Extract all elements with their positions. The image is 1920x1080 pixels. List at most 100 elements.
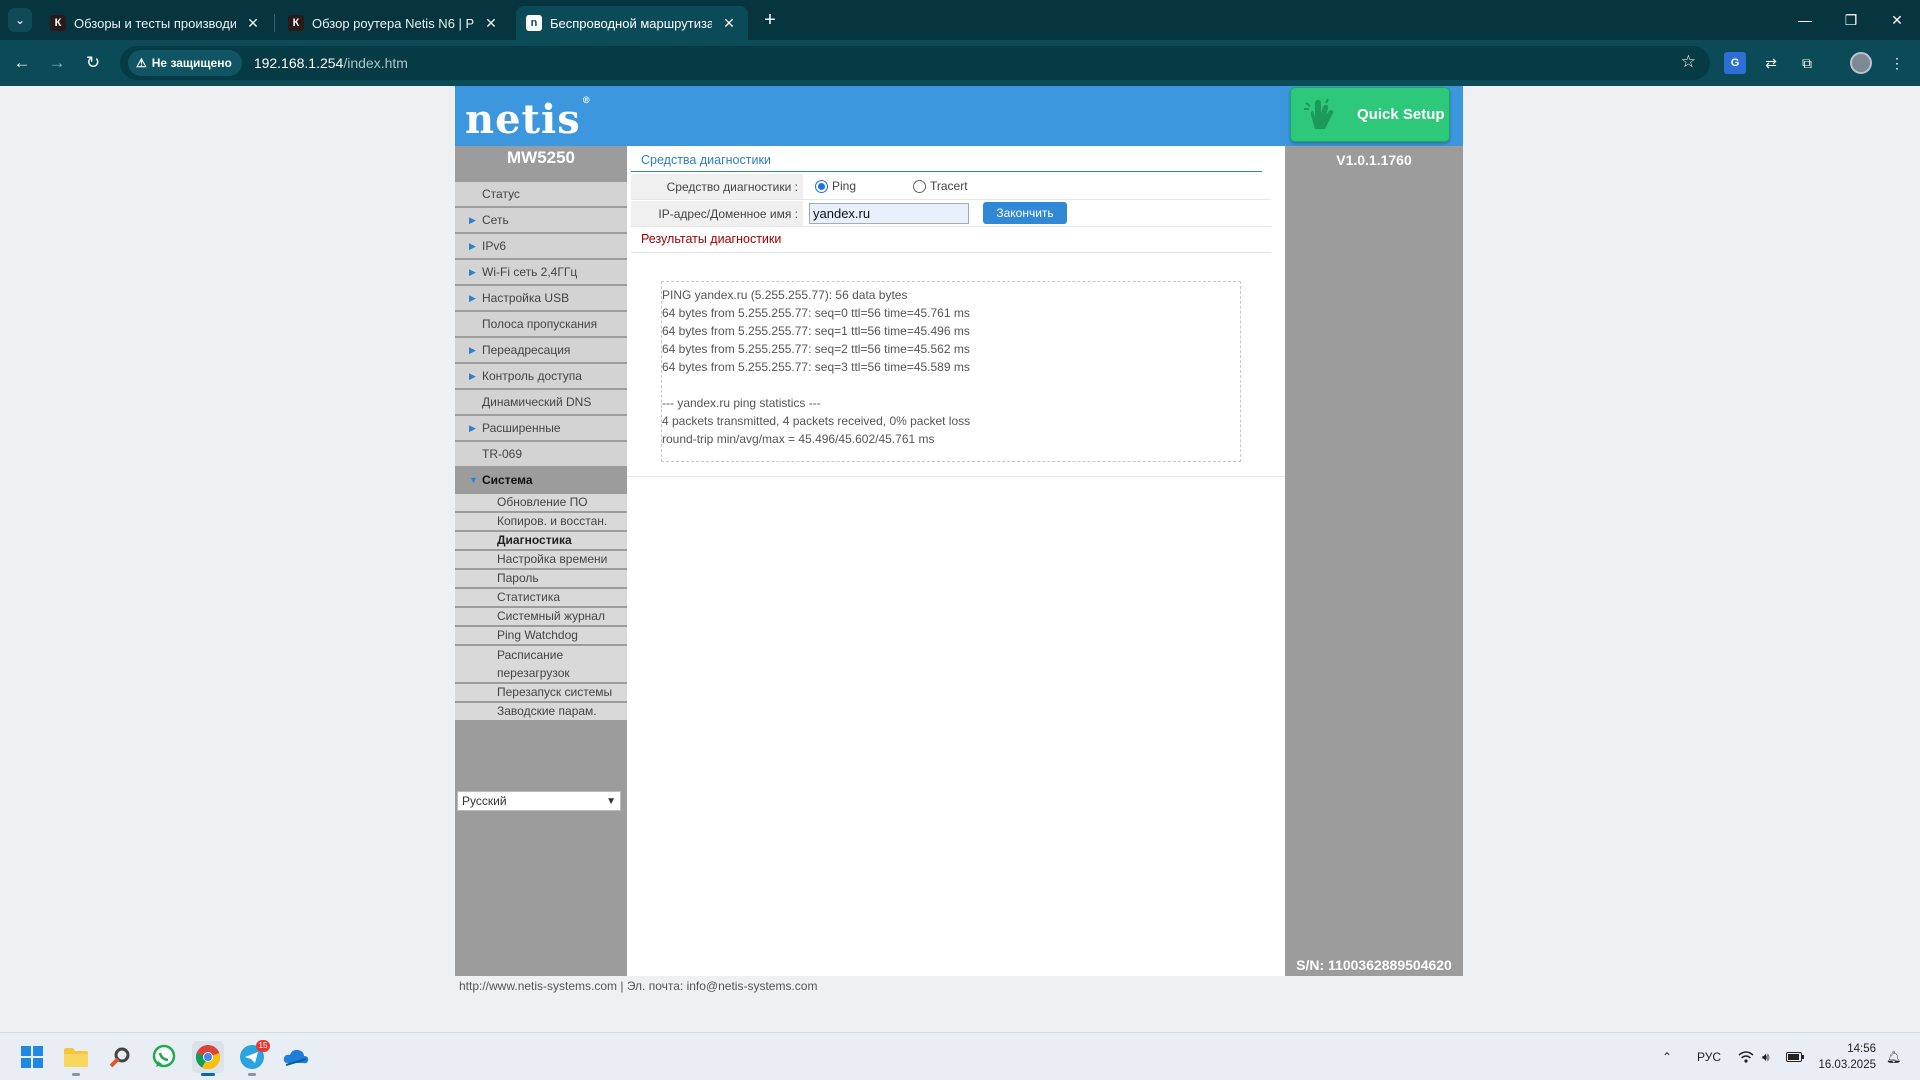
firmware-version: V1.0.1.1760 (1336, 152, 1412, 168)
submenu-system-log[interactable]: Системный журнал (455, 608, 627, 625)
quick-setup-button[interactable]: Quick Setup (1290, 87, 1450, 142)
tab-divider (274, 14, 275, 32)
security-chip[interactable]: ⚠ Не защищено (128, 50, 242, 76)
menu-item-ddns[interactable]: Динамический DNS (455, 390, 627, 414)
wifi-icon[interactable] (1738, 1033, 1754, 1080)
whatsapp-icon (152, 1044, 176, 1068)
tab-title: Беспроводной маршрутизатор (550, 15, 712, 31)
language-select[interactable]: Русский ▼ (457, 791, 621, 811)
submenu-reboot-schedule[interactable]: Расписание перезагрузок (455, 646, 627, 682)
profile-avatar[interactable] (1850, 52, 1872, 74)
menu-item-usb[interactable]: ▶ Настройка USB (455, 286, 627, 310)
puzzle-extensions-icon[interactable]: ⧉ (1796, 52, 1818, 74)
bookmark-star-icon[interactable]: ☆ (1681, 52, 1696, 72)
triangle-right-icon: ▶ (469, 423, 476, 433)
new-tab-plus-icon[interactable]: + (758, 8, 782, 32)
browser-tab-2[interactable]: К Обзор роутера Netis N6 | Роу ✕ (278, 6, 510, 40)
section-title: Средства диагностики (641, 153, 771, 167)
tab-search-button[interactable]: ⌄ (8, 8, 32, 32)
extension-icon[interactable]: ⇄ (1760, 52, 1782, 74)
battery-icon[interactable] (1786, 1033, 1804, 1080)
result-line: PING yandex.ru (5.255.255.77): 56 data b… (662, 288, 908, 302)
result-line: --- yandex.ru ping statistics --- (662, 396, 821, 410)
forward-arrow-icon[interactable]: → (44, 50, 70, 76)
submenu-diagnostics[interactable]: Диагностика (455, 532, 627, 549)
main-menu: Статус ▶ Сеть ▶ IPv6 ▶ Wi-Fi сеть 2,4ГГц ▶ Н… (455, 182, 627, 722)
whatsapp-button[interactable] (148, 1041, 180, 1073)
keyboard-language[interactable]: РУС (1697, 1033, 1721, 1080)
result-line: 64 bytes from 5.255.255.77: seq=2 ttl=56… (662, 342, 970, 356)
menu-item-ipv6[interactable]: ▶ IPv6 (455, 234, 627, 258)
onedrive-button[interactable] (280, 1041, 312, 1073)
language-value: Русский (462, 794, 507, 808)
result-line: round-trip min/avg/max = 45.496/45.602/4… (662, 432, 935, 446)
menu-item-network[interactable]: ▶ Сеть (455, 208, 627, 232)
browser-tab-bar: ⌄ К Обзоры и тесты производите ✕ К Обзор… (0, 0, 1920, 40)
router-sidebar: MW5250 Статус ▶ Сеть ▶ IPv6 ▶ Wi-Fi сеть 2,… (455, 146, 627, 976)
notification-bell-icon[interactable]: 🔔︎ (1886, 1033, 1901, 1080)
submenu-firmware-update[interactable]: Обновление ПО (455, 494, 627, 511)
submenu-factory-defaults[interactable]: Заводские парам. (455, 703, 627, 720)
windows-taskbar: 15 ⌃ РУС 🔊︎ 14:56 16.03.2025 🔔︎ (0, 1032, 1920, 1080)
submenu-statistics[interactable]: Статистика (455, 589, 627, 606)
submenu-backup-restore[interactable]: Копиров. и восстан. (455, 513, 627, 530)
search-app-button[interactable] (104, 1041, 136, 1073)
triangle-right-icon: ▶ (469, 293, 476, 303)
netis-logo: netis® (465, 96, 592, 143)
tray-overflow-chevron-icon[interactable]: ⌃ (1662, 1033, 1672, 1080)
translate-extension-icon[interactable]: G (1724, 52, 1746, 74)
menu-item-bandwidth[interactable]: Полоса пропускания (455, 312, 627, 336)
system-clock[interactable]: 14:56 16.03.2025 (1816, 1041, 1876, 1073)
minimize-icon[interactable]: — (1782, 6, 1828, 34)
url-path: /index.htm (343, 55, 408, 71)
browser-tab-1[interactable]: К Обзоры и тесты производите ✕ (40, 6, 272, 40)
submenu-time-settings[interactable]: Настройка времени (455, 551, 627, 568)
close-window-icon[interactable]: ✕ (1874, 6, 1920, 34)
chrome-button[interactable] (192, 1041, 224, 1076)
menu-item-system[interactable]: ▼ Система (455, 468, 627, 492)
back-arrow-icon[interactable]: ← (9, 50, 35, 76)
browser-menu-icon[interactable]: ⋮ (1886, 52, 1908, 74)
address-row: IP-адрес/Доменное имя : yandex.ru Законч… (631, 201, 1271, 227)
address-input[interactable]: yandex.ru (809, 203, 969, 224)
url-text[interactable]: 192.168.1.254/index.htm (254, 55, 408, 71)
running-indicator (248, 1073, 256, 1076)
model-name: MW5250 (506, 148, 576, 167)
address-bar[interactable]: ⚠ Не защищено 192.168.1.254/index.htm ☆ (120, 46, 1710, 80)
close-tab-icon[interactable]: ✕ (720, 15, 738, 32)
tab-favicon: К (288, 15, 304, 31)
submenu-password[interactable]: Пароль (455, 570, 627, 587)
security-label: Не защищено (151, 56, 232, 70)
file-explorer-button[interactable] (60, 1041, 92, 1076)
page-footer: http://www.netis-systems.com | Эл. почта… (459, 979, 818, 993)
menu-item-forwarding[interactable]: ▶ Переадресация (455, 338, 627, 362)
folder-icon (64, 1048, 88, 1067)
clock-date: 16.03.2025 (1818, 1059, 1876, 1071)
serial-number: S/N: 1100362889504620 (1296, 957, 1452, 973)
start-button[interactable] (16, 1041, 48, 1073)
submenu-ping-watchdog[interactable]: Ping Watchdog (455, 627, 627, 644)
volume-icon[interactable]: 🔊︎ (1762, 1033, 1770, 1080)
triangle-right-icon: ▶ (469, 215, 476, 225)
close-tab-icon[interactable]: ✕ (482, 15, 500, 32)
chrome-icon (195, 1045, 221, 1070)
reload-icon[interactable]: ↻ (80, 50, 106, 76)
tracert-radio[interactable] (913, 180, 926, 193)
browser-tab-3-active[interactable]: n Беспроводной маршрутизатор ✕ (516, 6, 748, 40)
menu-item-tr069[interactable]: TR-069 (455, 442, 627, 466)
submenu-reboot[interactable]: Перезапуск системы (455, 684, 627, 701)
ping-radio-label[interactable]: Ping (832, 179, 856, 193)
menu-item-wifi[interactable]: ▶ Wi-Fi сеть 2,4ГГц (455, 260, 627, 284)
cloud-icon (283, 1049, 309, 1066)
menu-item-advanced[interactable]: ▶ Расширенные (455, 416, 627, 440)
ping-radio[interactable] (815, 180, 828, 193)
result-line (662, 376, 1240, 394)
telegram-button[interactable]: 15 (236, 1040, 270, 1076)
menu-item-access-control[interactable]: ▶ Контроль доступа (455, 364, 627, 388)
tracert-radio-label[interactable]: Tracert (930, 179, 968, 193)
stop-button[interactable]: Закончить (983, 202, 1067, 224)
section-divider (631, 171, 1262, 172)
restore-icon[interactable]: ❐ (1828, 6, 1874, 34)
menu-item-status[interactable]: Статус (455, 182, 627, 206)
close-tab-icon[interactable]: ✕ (244, 15, 262, 32)
